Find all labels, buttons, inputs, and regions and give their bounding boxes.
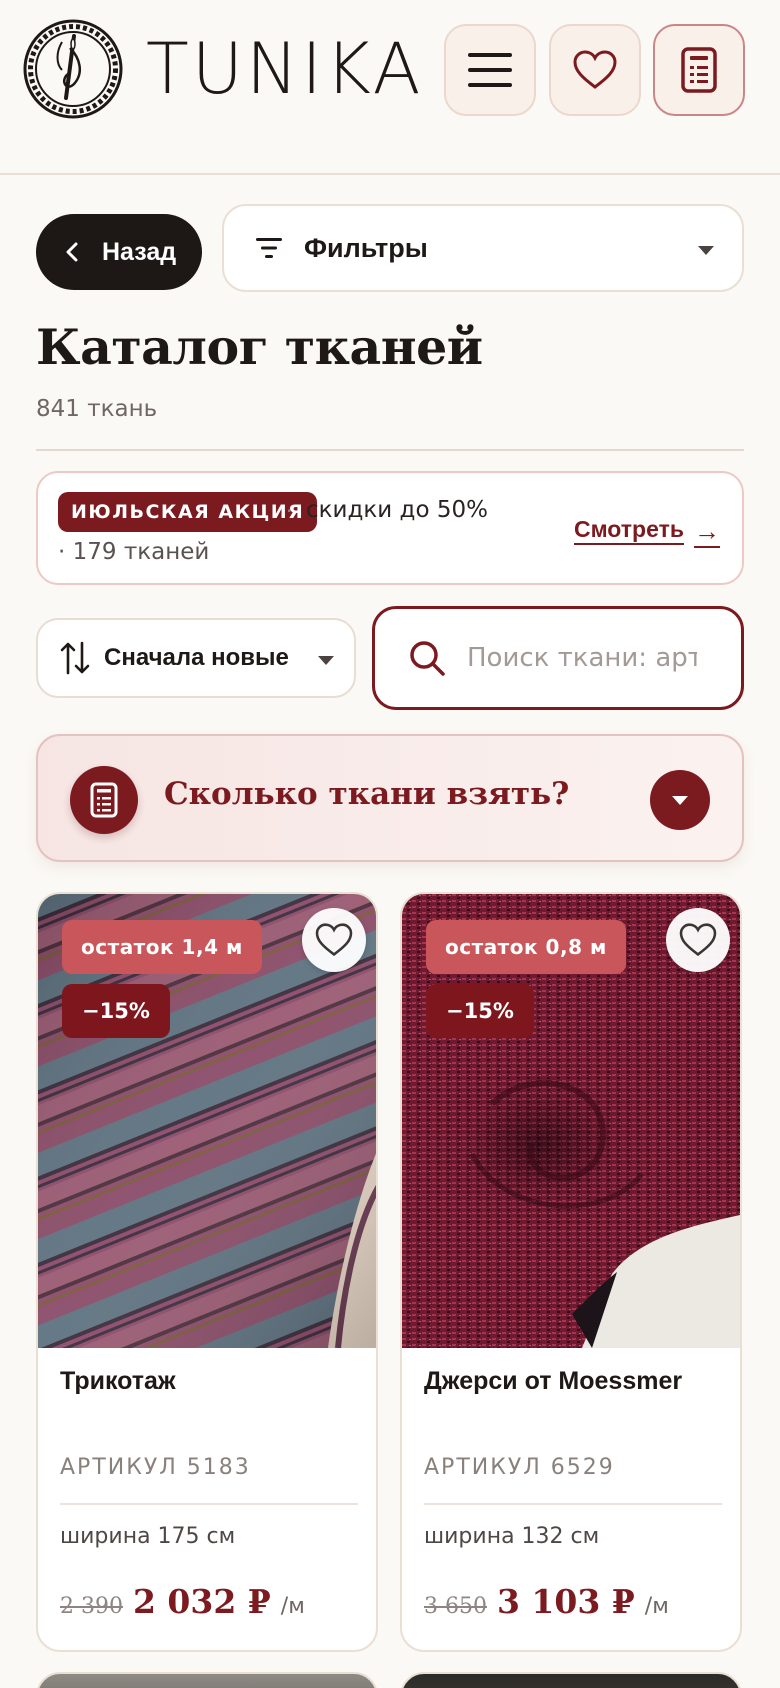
new-price: 2 032 ₽ xyxy=(132,1582,271,1621)
search-field[interactable] xyxy=(372,606,744,710)
search-input[interactable] xyxy=(467,643,697,673)
product-name[interactable]: Джерси от Moessmer xyxy=(424,1367,682,1396)
heart-icon xyxy=(315,923,353,957)
product-article: АРТИКУЛ 6529 xyxy=(424,1455,615,1480)
product-width: ширина 132 см xyxy=(424,1524,600,1549)
divider xyxy=(60,1503,358,1505)
product-article: АРТИКУЛ 5183 xyxy=(60,1455,251,1480)
filters-dropdown[interactable]: Фильтры xyxy=(222,204,744,292)
filters-label: Фильтры xyxy=(304,232,428,263)
price-row: 2 390 2 032 ₽ /м xyxy=(60,1582,305,1621)
sort-selected-label: Сначала новые xyxy=(104,644,289,671)
sort-dropdown[interactable]: Сначала новые xyxy=(36,618,356,698)
add-to-favorites-button[interactable] xyxy=(666,908,730,972)
product-width: ширина 175 см xyxy=(60,1524,236,1549)
chevron-down-icon xyxy=(672,795,688,805)
sort-arrows-icon xyxy=(60,641,90,675)
promo-separator: · xyxy=(286,499,293,523)
chevron-down-icon xyxy=(698,246,714,255)
promo-text: скидки до 50% xyxy=(306,497,488,523)
site-header: TUNIKA xyxy=(0,0,780,175)
page-title: Каталог тканей xyxy=(36,318,483,376)
price-row: 3 650 3 103 ₽ /м xyxy=(424,1582,669,1621)
product-card-partial[interactable] xyxy=(400,1672,742,1688)
promo-count: · 179 тканей xyxy=(58,539,210,565)
filter-lines-icon xyxy=(256,238,282,258)
hamburger-icon xyxy=(468,53,512,87)
stock-badge: остаток 0,8 м xyxy=(426,920,626,974)
calculator-title: Сколько ткани взять? xyxy=(164,776,570,812)
old-price: 3 650 xyxy=(424,1594,487,1619)
heart-icon xyxy=(573,50,617,89)
divider xyxy=(424,1503,722,1505)
promo-view-link[interactable]: Смотреть → xyxy=(574,516,720,547)
new-price: 3 103 ₽ xyxy=(496,1582,635,1621)
search-icon xyxy=(410,641,445,676)
back-button-label: Назад xyxy=(102,237,177,266)
product-card[interactable]: остаток 0,8 м −15% Джерси от Moessmer АР… xyxy=(400,892,742,1652)
calculator-header-button[interactable] xyxy=(653,24,745,116)
price-unit: /м xyxy=(280,1594,305,1619)
arrow-right-icon: → xyxy=(694,516,720,546)
discount-badge: −15% xyxy=(426,984,534,1038)
logo-text[interactable]: TUNIKA xyxy=(146,26,424,112)
product-card[interactable]: остаток 1,4 м −15% Трикотаж АРТИКУЛ 5183… xyxy=(36,892,378,1652)
discount-badge: −15% xyxy=(62,984,170,1038)
chevron-left-icon xyxy=(66,242,78,262)
product-card-partial[interactable] xyxy=(36,1672,378,1688)
promo-badge: ИЮЛЬСКАЯ АКЦИЯ xyxy=(58,492,318,532)
favorites-button[interactable] xyxy=(549,24,641,116)
add-to-favorites-button[interactable] xyxy=(302,908,366,972)
calculator-icon xyxy=(681,47,717,93)
promo-link-label: Смотреть xyxy=(573,516,684,542)
divider xyxy=(36,449,744,451)
fabric-calculator-accordion[interactable]: Сколько ткани взять? xyxy=(36,734,744,862)
promo-banner[interactable]: ИЮЛЬСКАЯ АКЦИЯ · скидки до 50% · 179 тка… xyxy=(36,471,744,585)
old-price: 2 390 xyxy=(60,1594,123,1619)
chevron-down-icon xyxy=(318,656,334,665)
menu-button[interactable] xyxy=(444,24,536,116)
stock-badge: остаток 1,4 м xyxy=(62,920,262,974)
heart-icon xyxy=(679,923,717,957)
calculator-expand-button[interactable] xyxy=(650,770,710,830)
price-unit: /м xyxy=(644,1594,669,1619)
calculator-icon xyxy=(70,766,138,834)
logo-needle-icon[interactable] xyxy=(22,18,124,120)
product-name[interactable]: Трикотаж xyxy=(60,1367,176,1396)
fabric-count: 841 ткань xyxy=(36,396,158,422)
back-button[interactable]: Назад xyxy=(36,214,202,290)
